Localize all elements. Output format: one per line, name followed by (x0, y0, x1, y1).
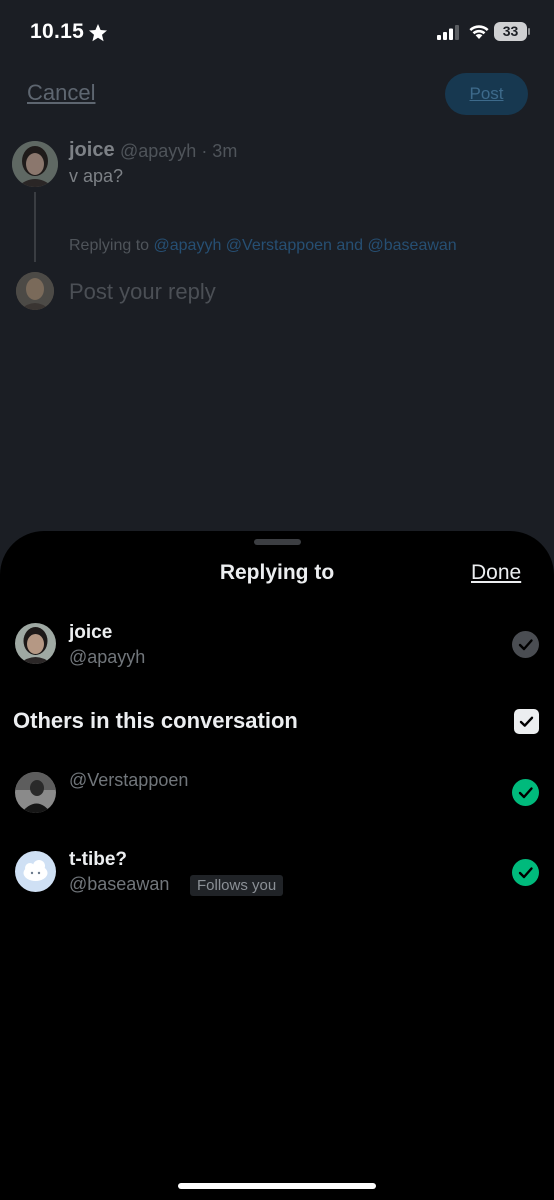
other-user-name: t-tibe? (69, 849, 128, 870)
replying-to-sheet: Replying to Done joice @apayyh Others in… (0, 531, 554, 1200)
mention-baseawan[interactable]: @baseawan (368, 237, 457, 254)
replying-to-prefix: Replying to (69, 237, 150, 254)
sheet-grabber[interactable] (254, 539, 301, 545)
follows-you-badge: Follows you (190, 875, 284, 896)
mention-and: and (336, 237, 364, 254)
others-select-all-checkbox[interactable] (514, 709, 539, 734)
original-post-avatar (12, 141, 58, 187)
compose-screen: Cancel Post joice @apayyh · 3m v apa? Re… (0, 0, 554, 540)
check-icon (519, 716, 534, 727)
original-post-text: v apa? (69, 166, 124, 186)
home-indicator[interactable] (178, 1183, 376, 1189)
reply-input[interactable]: Post your reply (69, 279, 216, 305)
primary-user-check[interactable] (512, 631, 539, 658)
mention-verstappoen[interactable]: @Verstappoen (226, 237, 332, 254)
primary-user-handle: @apayyh (69, 647, 146, 667)
done-button[interactable]: Done (471, 561, 521, 585)
cancel-button[interactable]: Cancel (27, 80, 95, 106)
other-user-check[interactable] (512, 779, 539, 806)
other-user-handle: @Verstappoen (69, 770, 189, 790)
thread-line (34, 192, 36, 262)
others-section-title: Others in this conversation (13, 708, 298, 733)
other-user-avatar (15, 772, 56, 813)
check-icon (518, 867, 533, 879)
reply-user-avatar (16, 272, 54, 310)
check-icon (518, 787, 533, 799)
primary-user-avatar (15, 623, 56, 664)
other-user-avatar (15, 851, 56, 892)
other-user-check[interactable] (512, 859, 539, 886)
other-user-handle: @baseawan (69, 874, 170, 894)
primary-user-row[interactable]: joice @apayyh (0, 619, 554, 679)
other-user-row-baseawan[interactable]: t-tibe? @baseawan Follows you (0, 847, 554, 907)
mention-apayyh[interactable]: @apayyh (154, 237, 222, 254)
replying-to-line[interactable]: Replying to @apayyh @Verstappoen and @ba… (69, 237, 457, 255)
original-post-meta: @apayyh · 3m (120, 141, 238, 161)
other-user-row-verstappoen[interactable]: @Verstappoen (0, 770, 554, 830)
original-post-name: joice (69, 139, 115, 161)
primary-user-name: joice (69, 622, 113, 643)
check-icon (518, 639, 533, 651)
post-button[interactable]: Post (445, 73, 528, 115)
